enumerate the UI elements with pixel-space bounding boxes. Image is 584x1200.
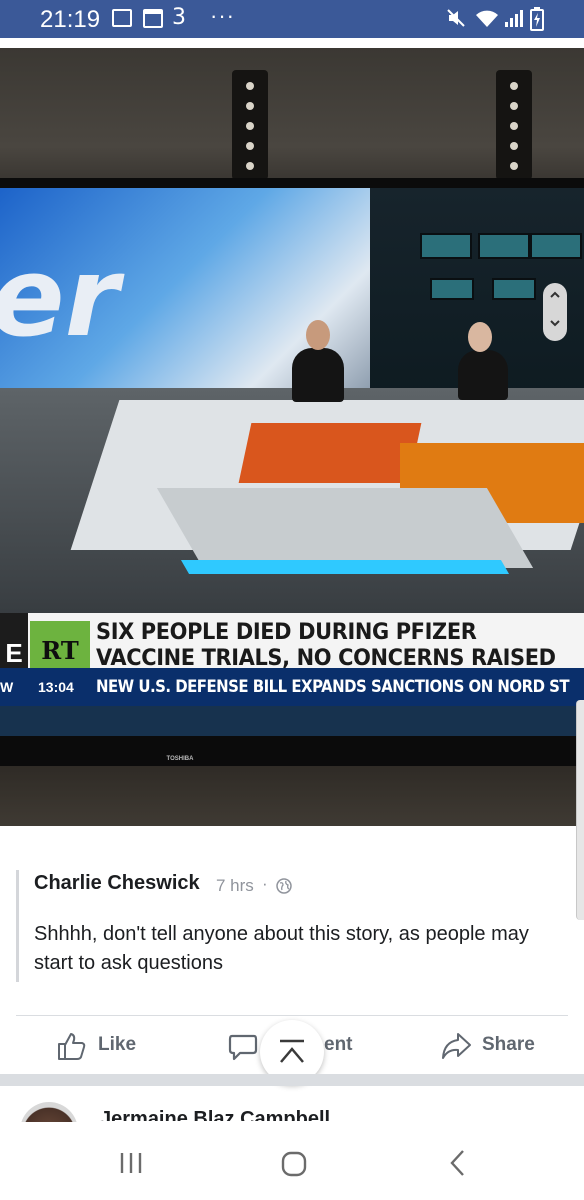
post-text: Shhhh, don't tell anyone about this stor… — [34, 923, 529, 974]
studio-monitor — [492, 278, 536, 300]
scroll-up-icon — [280, 1039, 304, 1063]
side-panel-edge — [576, 700, 584, 920]
globe-icon — [276, 878, 292, 894]
share-button[interactable]: Share — [440, 1030, 550, 1062]
comment-label: ent — [324, 1034, 353, 1055]
ticker-time: 13:04 — [38, 679, 74, 695]
actions-divider — [16, 1015, 568, 1016]
guest — [458, 350, 508, 400]
ticker-bar: W 13:04 NEW U.S. DEFENSE BILL EXPANDS SA… — [0, 668, 584, 706]
three-network-icon: 3 — [172, 5, 186, 30]
guest-head — [468, 322, 492, 352]
chyron-headline-line1: SIX PEOPLE DIED DURING PFIZER — [96, 619, 477, 645]
post-author[interactable]: Charlie Cheswick — [34, 872, 200, 895]
studio-monitor — [530, 233, 582, 259]
post-time[interactable]: 7 hrs — [216, 876, 254, 896]
studio-monitor — [420, 233, 472, 259]
mute-icon — [447, 9, 465, 27]
status-underline — [0, 38, 584, 48]
ticker-text: NEW U.S. DEFENSE BILL EXPANDS SANCTIONS … — [96, 677, 570, 697]
tv-brand-label: TOSHIBA — [166, 756, 194, 762]
chevron-up-icon[interactable] — [549, 289, 561, 301]
wifi-icon — [476, 10, 498, 27]
feed-separator — [0, 1074, 584, 1086]
anchor-head — [306, 320, 330, 350]
calendar-icon — [143, 9, 163, 28]
anchor — [292, 348, 344, 402]
thumbs-up-icon — [58, 1033, 86, 1060]
studio-monitor — [430, 278, 474, 300]
post-meta-separator: · — [262, 874, 268, 893]
share-icon — [442, 1033, 471, 1059]
screen-lower-edge — [0, 706, 584, 736]
like-label: Like — [98, 1034, 137, 1055]
wall-mount — [496, 70, 532, 180]
battery-charging-icon — [530, 7, 544, 31]
gallery-icon — [112, 9, 132, 27]
image-scroll-buttons[interactable] — [543, 283, 567, 341]
chevron-down-icon[interactable] — [549, 317, 561, 329]
screen-backdrop-letters: er — [0, 233, 119, 361]
wall-mount — [232, 70, 268, 180]
news-desk-front — [156, 488, 534, 568]
ticker-left-text: W — [0, 679, 14, 695]
post-photo[interactable]: er E RT SIX PEOPLE DIED DURING PFIZER VA… — [0, 48, 584, 826]
tv-stand-area — [0, 766, 584, 826]
chyron-headline: SIX PEOPLE DIED DURING PFIZER VACCINE TR… — [96, 619, 556, 671]
status-time: 21:19 — [40, 6, 101, 33]
like-button[interactable]: Like — [56, 1030, 146, 1062]
recent-apps-icon[interactable] — [118, 1150, 144, 1176]
comment-icon — [228, 1034, 258, 1061]
more-notifications-icon: ··· — [210, 3, 235, 28]
next-post-author[interactable]: Jermaine Blaz Campbell — [100, 1108, 330, 1121]
news-desk-panel — [238, 423, 422, 483]
home-icon[interactable] — [280, 1150, 308, 1178]
quote-bar — [16, 870, 19, 982]
back-icon[interactable] — [448, 1148, 468, 1178]
share-label: Share — [482, 1034, 535, 1055]
system-nav-bar — [0, 1122, 584, 1200]
studio-monitor — [478, 233, 530, 259]
signal-icon — [505, 10, 523, 27]
status-bar: 21:19 3 ··· — [0, 0, 584, 38]
news-desk-glow — [180, 560, 510, 574]
